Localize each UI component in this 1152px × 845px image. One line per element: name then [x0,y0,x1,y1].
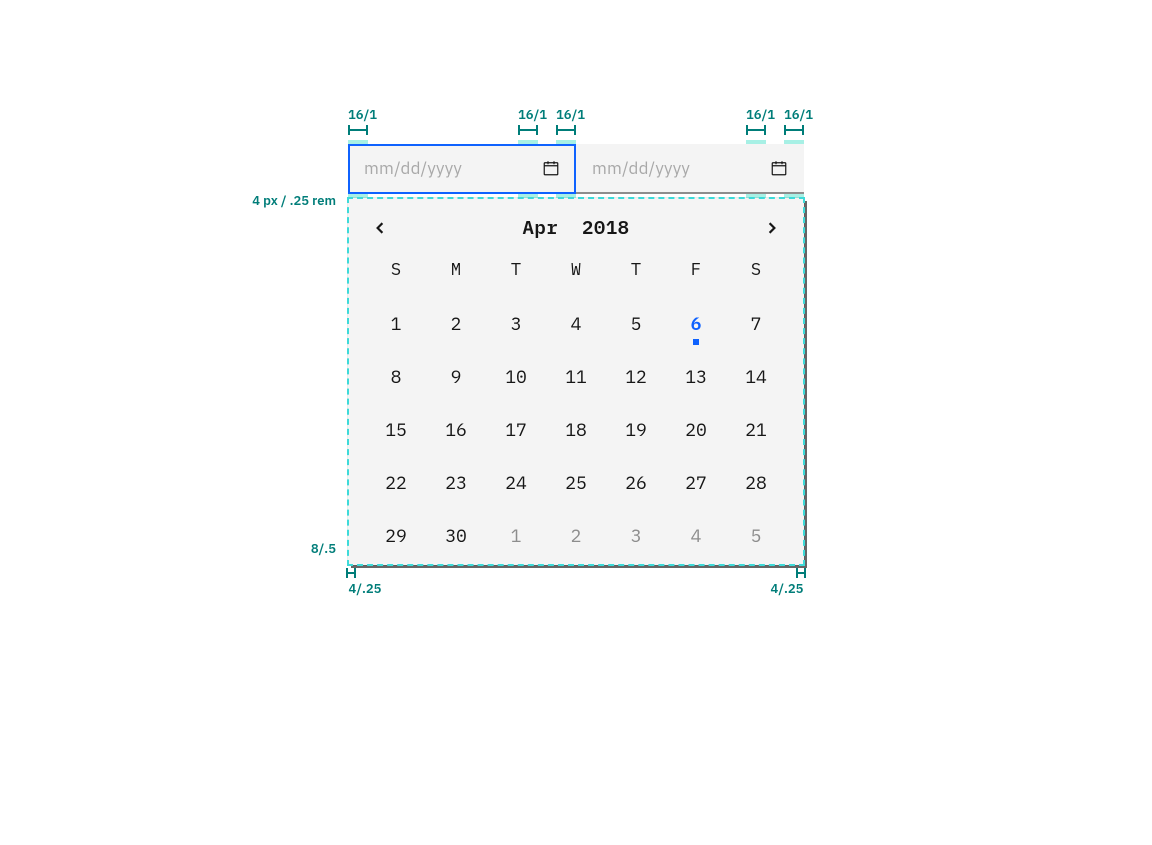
calendar-day[interactable]: 7 [726,308,786,339]
calendar-day[interactable]: 30 [426,520,486,551]
next-month-button[interactable] [762,218,782,238]
start-date-field[interactable]: mm/dd/yyyy [348,144,576,194]
calendar-day[interactable]: 17 [486,414,546,445]
calendar-day[interactable]: 13 [666,361,726,392]
calendar-day[interactable]: 27 [666,467,726,498]
calendar-panel: Apr 2018 SMTWTFS123456789101112131415161… [348,198,804,565]
calendar-day[interactable]: 3 [486,308,546,339]
end-date-placeholder: mm/dd/yyyy [592,157,758,179]
prev-month-button[interactable] [370,218,390,238]
measure-top: 16/1 [784,108,804,135]
calendar-day[interactable]: 24 [486,467,546,498]
weekday-header: M [426,258,486,286]
calendar-day[interactable]: 10 [486,361,546,392]
calendar-title: Apr 2018 [522,216,629,240]
measure-top: 16/1 [348,108,368,135]
measure-top: 16/1 [746,108,766,135]
calendar-day[interactable]: 23 [426,467,486,498]
calendar-day[interactable]: 28 [726,467,786,498]
end-date-field[interactable]: mm/dd/yyyy [576,144,804,194]
weekday-header: S [366,258,426,286]
weekday-header: T [486,258,546,286]
date-range-inputs: mm/dd/yyyy mm/dd/yyyy [348,144,804,194]
calendar-day[interactable]: 1 [486,520,546,551]
weekday-header: F [666,258,726,286]
measure-bottom-right: 4/.25 [762,582,812,595]
weekday-header: S [726,258,786,286]
measure-bottom-left: 4/.25 [340,582,390,595]
calendar-day[interactable]: 19 [606,414,666,445]
calendar-day[interactable]: 12 [606,361,666,392]
calendar-day[interactable]: 18 [546,414,606,445]
calendar-day[interactable]: 5 [726,520,786,551]
start-date-placeholder: mm/dd/yyyy [364,157,530,179]
calendar-icon[interactable] [542,159,560,177]
calendar-day[interactable]: 4 [666,520,726,551]
calendar-day[interactable]: 20 [666,414,726,445]
calendar-day[interactable]: 16 [426,414,486,445]
calendar-day[interactable]: 11 [546,361,606,392]
measure-left-gap: 4 px / .25 rem [252,192,336,209]
calendar-day[interactable]: 8 [366,361,426,392]
calendar-day[interactable]: 2 [426,308,486,339]
calendar-day[interactable]: 29 [366,520,426,551]
calendar-day[interactable]: 26 [606,467,666,498]
calendar-day[interactable]: 2 [546,520,606,551]
calendar-day[interactable]: 21 [726,414,786,445]
calendar-day[interactable]: 15 [366,414,426,445]
calendar-day[interactable]: 4 [546,308,606,339]
calendar-day[interactable]: 9 [426,361,486,392]
weekday-header: T [606,258,666,286]
measure-top: 16/1 [556,108,576,135]
weekday-header: W [546,258,606,286]
calendar-day[interactable]: 14 [726,361,786,392]
calendar-day[interactable]: 25 [546,467,606,498]
calendar-day[interactable]: 22 [366,467,426,498]
calendar-icon[interactable] [770,159,788,177]
calendar-day[interactable]: 3 [606,520,666,551]
calendar-day[interactable]: 1 [366,308,426,339]
calendar-day[interactable]: 6 [666,308,726,339]
measure-top: 16/1 [518,108,538,135]
calendar-day[interactable]: 5 [606,308,666,339]
